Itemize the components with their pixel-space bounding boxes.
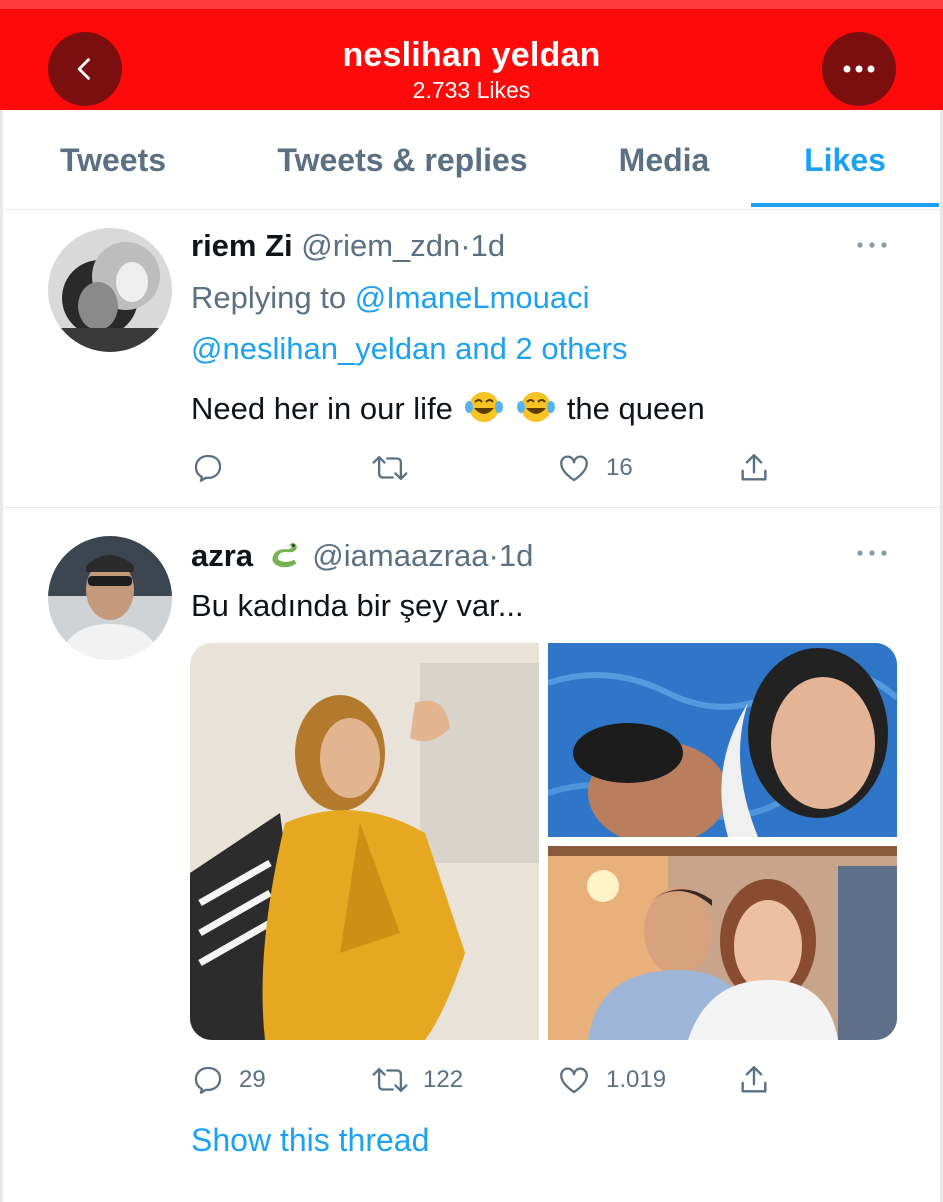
avatar[interactable] — [48, 228, 172, 352]
show-thread-link[interactable]: Show this thread — [191, 1122, 429, 1159]
share-icon — [741, 454, 767, 481]
author-name[interactable]: azra — [191, 538, 253, 573]
snake-emoji-icon — [272, 542, 297, 568]
more-horizontal-icon — [857, 242, 887, 248]
tweet-time[interactable]: 1d — [499, 538, 533, 573]
separator-dot: · — [460, 228, 471, 263]
share-icon — [741, 1066, 767, 1093]
tweet-text: Bu kadında bir şey var... — [191, 588, 524, 623]
tab-tweets[interactable]: Tweets — [30, 110, 196, 210]
tears-of-joy-emoji-icon — [517, 392, 556, 422]
mention-link-others[interactable]: @neslihan_yeldan and 2 others — [191, 331, 628, 367]
tweet-header: azra @iamaazraa·1d — [191, 536, 533, 574]
like-button[interactable]: 16 — [556, 448, 633, 488]
retweet-icon — [372, 455, 408, 481]
like-count: 1.019 — [606, 1066, 667, 1093]
profile-name: neslihan yeldan — [342, 36, 601, 74]
tab-likes[interactable]: Likes — [751, 110, 939, 210]
media-grid — [190, 643, 897, 1040]
tweet-actions: 16 — [191, 448, 791, 488]
retweet-icon — [372, 1067, 408, 1093]
reply-button[interactable] — [191, 448, 239, 488]
tweet-card[interactable]: azra @iamaazraa·1d Bu kadında bir şey va… — [0, 508, 943, 1202]
separator-dot: · — [488, 538, 499, 573]
tweet-text-end: the queen — [566, 391, 705, 426]
tweet-text: Need her in our life the queen — [191, 389, 705, 427]
like-button[interactable]: 1.019 — [556, 1060, 666, 1100]
tweet-time[interactable]: 1d — [471, 228, 505, 263]
tweet-actions: 29 122 1.019 — [191, 1060, 791, 1100]
tweet-menu-button[interactable] — [856, 228, 888, 256]
heart-icon — [560, 455, 588, 482]
avatar[interactable] — [48, 536, 172, 660]
replying-to-label: Replying to — [191, 280, 347, 315]
more-button[interactable] — [822, 32, 896, 106]
tab-media[interactable]: Media — [600, 110, 728, 210]
profile-tabs: Tweets Tweets & replies Media Likes — [0, 110, 943, 210]
retweet-button[interactable] — [371, 448, 423, 488]
author-name[interactable]: riem Zi — [191, 228, 293, 263]
tears-of-joy-emoji-icon — [464, 392, 503, 422]
retweet-count: 122 — [423, 1066, 464, 1093]
reply-button[interactable]: 29 — [191, 1060, 266, 1100]
media-photo[interactable] — [190, 643, 539, 1040]
more-icon — [843, 65, 875, 73]
more-horizontal-icon — [857, 550, 887, 556]
tab-tweets-replies[interactable]: Tweets & replies — [250, 110, 555, 210]
retweet-button[interactable]: 122 — [371, 1060, 463, 1100]
reply-icon — [194, 1066, 222, 1094]
media-photo[interactable] — [548, 846, 897, 1040]
reply-icon — [194, 454, 222, 482]
heart-icon — [560, 1067, 588, 1094]
tweet-text-start: Need her in our life — [191, 391, 453, 426]
author-handle[interactable]: @riem_zdn — [301, 228, 460, 263]
likes-count: 2.733 Likes — [412, 77, 531, 103]
media-photo[interactable] — [548, 643, 897, 837]
tweet-header: riem Zi @riem_zdn·1d — [191, 228, 505, 264]
reply-count: 29 — [239, 1066, 266, 1093]
share-button[interactable] — [737, 448, 771, 488]
active-tab-indicator — [751, 203, 939, 207]
like-count: 16 — [606, 454, 633, 481]
mention-link[interactable]: @ImaneLmouaci — [355, 280, 590, 315]
tweet-card[interactable]: riem Zi @riem_zdn·1d Replying to @ImaneL… — [0, 210, 943, 508]
tweet-menu-button[interactable] — [856, 536, 888, 564]
profile-header: neslihan yeldan 2.733 Likes — [0, 0, 943, 110]
replying-to: Replying to @ImaneLmouaci — [191, 280, 590, 316]
author-handle[interactable]: @iamaazraa — [312, 538, 488, 573]
share-button[interactable] — [737, 1060, 771, 1100]
